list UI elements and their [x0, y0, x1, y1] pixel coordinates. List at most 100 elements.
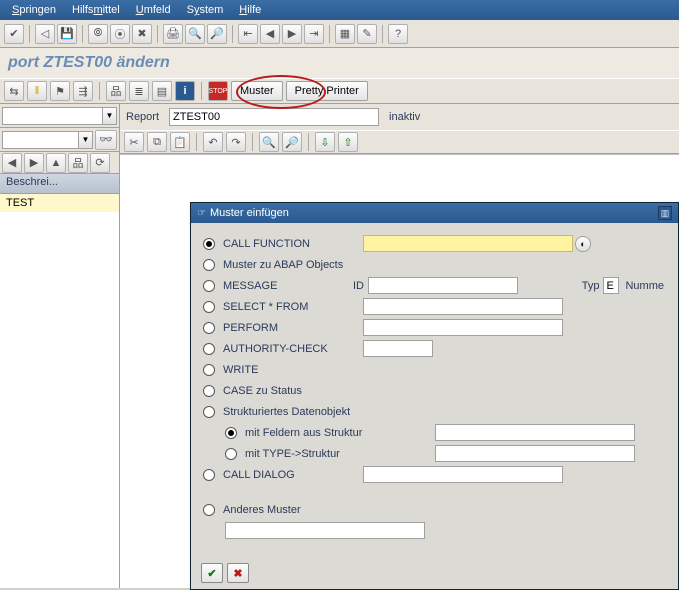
radio-case-status[interactable]: [203, 385, 215, 397]
label-call-dialog: CALL DIALOG: [223, 469, 363, 481]
input-perform[interactable]: [363, 319, 563, 336]
radio-select-from[interactable]: [203, 301, 215, 313]
tree-refresh-icon[interactable]: ⟳: [90, 153, 110, 173]
label-write: WRITE: [223, 364, 363, 376]
menu-hilfsmittel[interactable]: Hilfsmittel: [64, 2, 128, 18]
tree-hier-icon[interactable]: 品: [68, 153, 88, 173]
report-label: Report: [126, 111, 159, 123]
label-case-status: CASE zu Status: [223, 385, 363, 397]
export-icon[interactable]: ⇧: [338, 132, 358, 152]
radio-write[interactable]: [203, 364, 215, 376]
input-authority[interactable]: [363, 340, 433, 357]
separator: [329, 25, 330, 43]
input-call-dialog[interactable]: [363, 466, 563, 483]
radio-struct-fields[interactable]: [225, 427, 237, 439]
redo-icon[interactable]: ↷: [226, 132, 246, 152]
import-icon[interactable]: ⇩: [315, 132, 335, 152]
tree-fwd-icon[interactable]: ▶: [24, 153, 44, 173]
editor-toolbar: ✂ ⧉ 📋 ↶ ↷ 🔍 🔎 ⇩ ⇧: [120, 130, 679, 154]
cancel-button[interactable]: ✖: [227, 563, 249, 583]
undo-icon[interactable]: ↶: [203, 132, 223, 152]
radio-struct-obj[interactable]: [203, 406, 215, 418]
tree-up-icon[interactable]: ▲: [46, 153, 66, 173]
tree-toolbar: ◀ ▶ ▲ 品 ⟳: [0, 152, 119, 174]
save-icon[interactable]: 💾: [57, 24, 77, 44]
exit-icon[interactable]: ⦿: [110, 24, 130, 44]
enter-icon[interactable]: ✔: [4, 24, 24, 44]
obj-dropdown[interactable]: ▼: [2, 131, 93, 149]
input-other[interactable]: [225, 522, 425, 539]
label-struct-fields: mit Feldern aus Struktur: [245, 427, 435, 439]
cancel-icon[interactable]: ✖: [132, 24, 152, 44]
menu-umfeld[interactable]: Umfeld: [128, 2, 179, 18]
findnext-icon[interactable]: 🔎: [207, 24, 227, 44]
input-struct-fields[interactable]: [435, 424, 635, 441]
stop-icon[interactable]: STOP: [208, 81, 228, 101]
radio-struct-type[interactable]: [225, 448, 237, 460]
radio-call-dialog[interactable]: [203, 469, 215, 481]
findnext2-icon[interactable]: 🔎: [282, 132, 302, 152]
test-icon[interactable]: ⚑: [50, 81, 70, 101]
menu-springen[interactable]: Springen: [4, 2, 64, 18]
radio-perform[interactable]: [203, 322, 215, 334]
menu-hilfe[interactable]: Hilfe: [231, 2, 269, 18]
label-call-function: CALL FUNCTION: [223, 238, 363, 250]
glasses-icon[interactable]: 👓: [95, 130, 117, 150]
label-message-id: ID: [353, 280, 364, 292]
radio-message[interactable]: [203, 280, 215, 292]
input-message-id[interactable]: [368, 277, 518, 294]
ok-button[interactable]: ✔: [201, 563, 223, 583]
paste-icon[interactable]: 📋: [170, 132, 190, 152]
prev-icon[interactable]: ◀: [260, 24, 280, 44]
copy-icon[interactable]: ⧉: [147, 132, 167, 152]
separator: [232, 25, 233, 43]
info-icon[interactable]: i: [175, 81, 195, 101]
back-icon[interactable]: ◁: [35, 24, 55, 44]
dialog-body: CALL FUNCTION ◐ Muster zu ABAP Objects M…: [191, 223, 678, 557]
radio-abap-objects[interactable]: [203, 259, 215, 271]
find2-icon[interactable]: 🔍: [259, 132, 279, 152]
label-perform: PERFORM: [223, 322, 363, 334]
dialog-customize-icon[interactable]: ▥: [658, 206, 672, 220]
help-icon[interactable]: ?: [388, 24, 408, 44]
label-message: MESSAGE: [223, 280, 353, 292]
display-icon[interactable]: ≣: [129, 81, 149, 101]
tree-row[interactable]: TEST: [0, 194, 119, 212]
nav-selector-row: ▼: [0, 104, 119, 128]
separator: [382, 25, 383, 43]
activate-icon[interactable]: ‖: [27, 81, 47, 101]
check-icon[interactable]: ⇆: [4, 81, 24, 101]
report-name-field[interactable]: [169, 108, 379, 126]
pretty-printer-button[interactable]: Pretty Printer: [286, 81, 368, 101]
input-select-from[interactable]: [363, 298, 563, 315]
label-authority: AUTHORITY-CHECK: [223, 343, 363, 355]
back2-icon[interactable]: ⦾: [88, 24, 108, 44]
input-call-function[interactable]: [363, 235, 573, 252]
chevron-down-icon: ▼: [78, 132, 92, 148]
print-icon[interactable]: 🖨: [163, 24, 183, 44]
new-session-icon[interactable]: ▦: [335, 24, 355, 44]
radio-authority[interactable]: [203, 343, 215, 355]
first-icon[interactable]: ⇤: [238, 24, 258, 44]
shortcut-icon[interactable]: ✎: [357, 24, 377, 44]
next-icon[interactable]: ▶: [282, 24, 302, 44]
cut-icon[interactable]: ✂: [124, 132, 144, 152]
where-icon[interactable]: ⇶: [73, 81, 93, 101]
menu-system[interactable]: System: [179, 2, 232, 18]
separator: [157, 25, 158, 43]
find-icon[interactable]: 🔍: [185, 24, 205, 44]
valuehelp-icon[interactable]: ◐: [575, 236, 591, 252]
outline-icon[interactable]: ▤: [152, 81, 172, 101]
tree-back-icon[interactable]: ◀: [2, 153, 22, 173]
last-icon[interactable]: ⇥: [304, 24, 324, 44]
input-struct-type[interactable]: [435, 445, 635, 462]
dialog-icon: ☞: [197, 208, 206, 219]
nav-dropdown[interactable]: ▼: [2, 107, 117, 125]
tree-column-header[interactable]: Beschrei...: [0, 174, 119, 194]
input-message-typ[interactable]: [603, 277, 619, 294]
radio-other[interactable]: [203, 504, 215, 516]
label-message-num: Numme: [625, 280, 664, 292]
other-icon[interactable]: 品: [106, 81, 126, 101]
muster-button[interactable]: Muster: [231, 81, 283, 101]
radio-call-function[interactable]: [203, 238, 215, 250]
